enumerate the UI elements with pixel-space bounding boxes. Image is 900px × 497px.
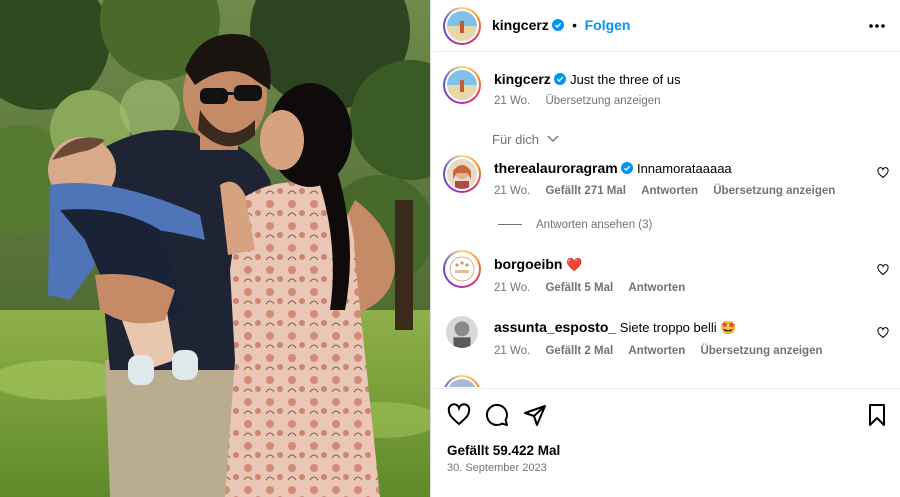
chevron-down-icon	[547, 135, 559, 142]
comment-reply-button[interactable]: Antworten	[628, 282, 685, 294]
caption-text: Just the three of us	[570, 72, 681, 87]
comment-likes[interactable]: Gefällt 5 Mal	[545, 282, 613, 294]
like-heart-icon[interactable]	[447, 403, 471, 427]
sort-label: Für dich	[492, 132, 539, 147]
comment-likes[interactable]: Gefällt 271 Mal	[545, 185, 626, 197]
verified-badge-icon	[552, 19, 565, 31]
comment-time[interactable]: 21 Wo.	[494, 185, 530, 197]
caption-username[interactable]: kingcerz	[494, 71, 551, 87]
instagram-post-window: kingcerz • Folgen kingcerz Just the thre…	[0, 0, 900, 497]
comment-username[interactable]: assunta_esposto_	[494, 319, 616, 335]
comment-username[interactable]: borgoeibn	[494, 256, 562, 272]
comment-time[interactable]: 21 Wo.	[494, 282, 530, 294]
caption-translate-link[interactable]: Übersetzung anzeigen	[545, 95, 660, 107]
comment-text: Siete troppo belli 🤩	[619, 320, 737, 335]
sort-dropdown[interactable]: Für dich	[492, 132, 559, 147]
verified-badge-icon	[621, 162, 634, 174]
comment-time[interactable]: 21 Wo.	[494, 345, 530, 357]
caption-avatar[interactable]	[443, 66, 481, 104]
comment-text: Innamorataaaaa	[636, 161, 732, 176]
comment-reply-button[interactable]: Antworten	[641, 185, 698, 197]
caption-time[interactable]: 21 Wo.	[494, 95, 530, 107]
comment-translate-link[interactable]: Übersetzung anzeigen	[713, 185, 835, 197]
like-comment-heart-icon[interactable]	[877, 327, 889, 339]
view-replies-button[interactable]: Antworten ansehen (3)	[498, 219, 652, 231]
commenter-avatar[interactable]	[443, 250, 481, 288]
like-comment-heart-icon[interactable]	[877, 167, 889, 179]
commenter-avatar[interactable]	[443, 155, 481, 193]
family-photo-illustration	[0, 0, 430, 497]
follow-button[interactable]: Folgen	[585, 17, 631, 33]
like-comment-heart-icon[interactable]	[877, 264, 889, 276]
comment-bubble-icon[interactable]	[485, 403, 509, 427]
beach-photo-icon	[447, 11, 477, 41]
author-username[interactable]: kingcerz	[492, 17, 549, 33]
comment-reply-button[interactable]: Antworten	[628, 345, 685, 357]
verified-badge-icon	[554, 73, 567, 85]
post-photo[interactable]	[0, 0, 430, 497]
post-actions-bar: Gefällt 59.422 Mal 30. September 2023	[431, 388, 900, 497]
comment-likes[interactable]: Gefällt 2 Mal	[545, 345, 613, 357]
more-horizontal-icon[interactable]	[867, 16, 887, 36]
separator-dot: •	[572, 17, 577, 33]
user-photo-icon	[446, 316, 478, 348]
author-avatar[interactable]	[443, 7, 481, 45]
comment-text: ❤️	[566, 257, 583, 272]
comment-translate-link[interactable]: Übersetzung anzeigen	[700, 345, 822, 357]
comment-username[interactable]: therealauroragram	[494, 160, 618, 176]
beach-photo-icon	[447, 70, 477, 100]
share-paper-plane-icon[interactable]	[523, 403, 547, 427]
comments-list[interactable]: kingcerz Just the three of us 21 Wo. Übe…	[431, 53, 900, 387]
post-header: kingcerz • Folgen	[431, 0, 900, 52]
save-bookmark-icon[interactable]	[865, 403, 889, 427]
commenter-avatar[interactable]	[446, 316, 478, 348]
borgo-logo-icon	[447, 254, 477, 284]
like-count[interactable]: Gefällt 59.422 Mal	[447, 443, 560, 458]
commenter-avatar[interactable]	[443, 375, 481, 387]
post-date[interactable]: 30. September 2023	[447, 462, 547, 474]
view-replies-label: Antworten ansehen (3)	[536, 219, 653, 231]
replies-divider	[498, 224, 522, 226]
post-details-panel: kingcerz • Folgen kingcerz Just the thre…	[430, 0, 900, 497]
user-photo-icon	[447, 159, 477, 189]
